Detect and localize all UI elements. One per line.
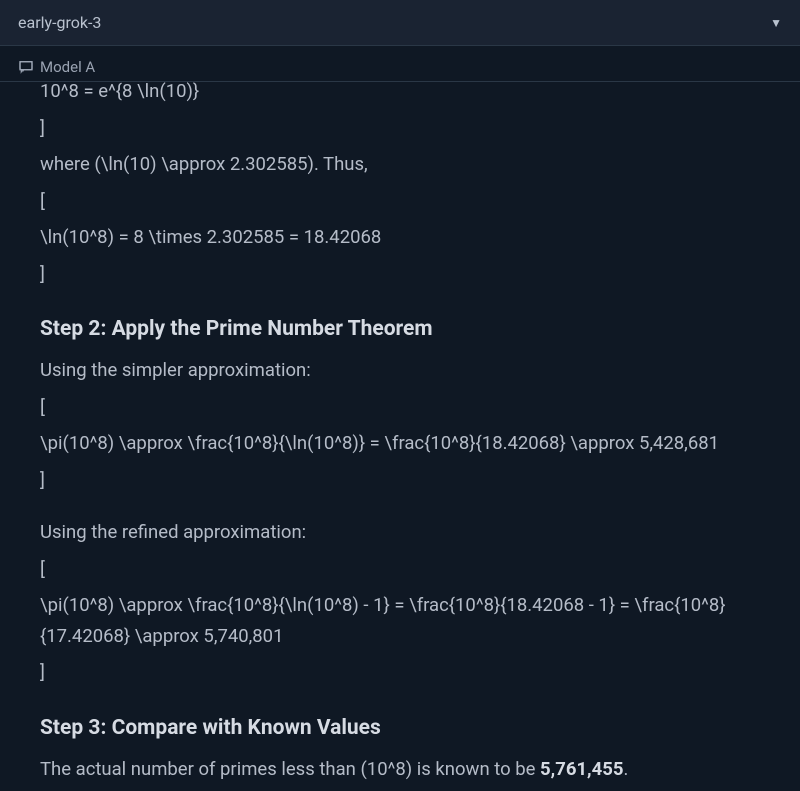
message-body: 10^8 = e^{8 \ln(10)} ] where (\ln(10) \a…	[40, 82, 760, 784]
math-line: ]	[40, 465, 760, 496]
text-segment: The actual number of primes less than (1…	[40, 758, 540, 780]
text-segment: .	[623, 758, 628, 780]
tab-label: Model A	[40, 58, 95, 76]
math-line: [	[40, 554, 760, 585]
content-area: 10^8 = e^{8 \ln(10)} ] where (\ln(10) \a…	[0, 82, 800, 791]
app-container: early-grok-3 ▼ Model A 10^8 = e^{8 \ln(1…	[0, 0, 800, 791]
prime-count-value: 5,761,455	[540, 758, 623, 780]
math-line: ]	[40, 113, 760, 144]
header-bar[interactable]: early-grok-3 ▼	[0, 0, 800, 46]
chevron-down-icon[interactable]: ▼	[770, 16, 782, 30]
text-line: Using the refined approximation:	[40, 517, 760, 548]
math-line: \pi(10^8) \approx \frac{10^8}{\ln(10^8) …	[40, 590, 760, 651]
math-line: [	[40, 186, 760, 217]
tab-model-a[interactable]: Model A	[12, 54, 101, 80]
step-2-heading: Step 2: Apply the Prime Number Theorem	[40, 317, 760, 341]
math-line: \ln(10^8) = 8 \times 2.302585 = 18.42068	[40, 222, 760, 253]
text-line: Using the simpler approximation:	[40, 355, 760, 386]
math-line: [	[40, 392, 760, 423]
tab-row: Model A	[0, 46, 800, 82]
comment-icon	[18, 59, 34, 75]
math-line: \pi(10^8) \approx \frac{10^8}{\ln(10^8)}…	[40, 428, 760, 459]
model-name: early-grok-3	[18, 13, 101, 32]
text-line: The actual number of primes less than (1…	[40, 754, 760, 785]
math-line: ]	[40, 657, 760, 688]
math-line: 10^8 = e^{8 \ln(10)}	[40, 82, 760, 107]
math-line: ]	[40, 259, 760, 290]
text-line: where (\ln(10) \approx 2.302585). Thus,	[40, 149, 760, 180]
step-3-heading: Step 3: Compare with Known Values	[40, 716, 760, 740]
